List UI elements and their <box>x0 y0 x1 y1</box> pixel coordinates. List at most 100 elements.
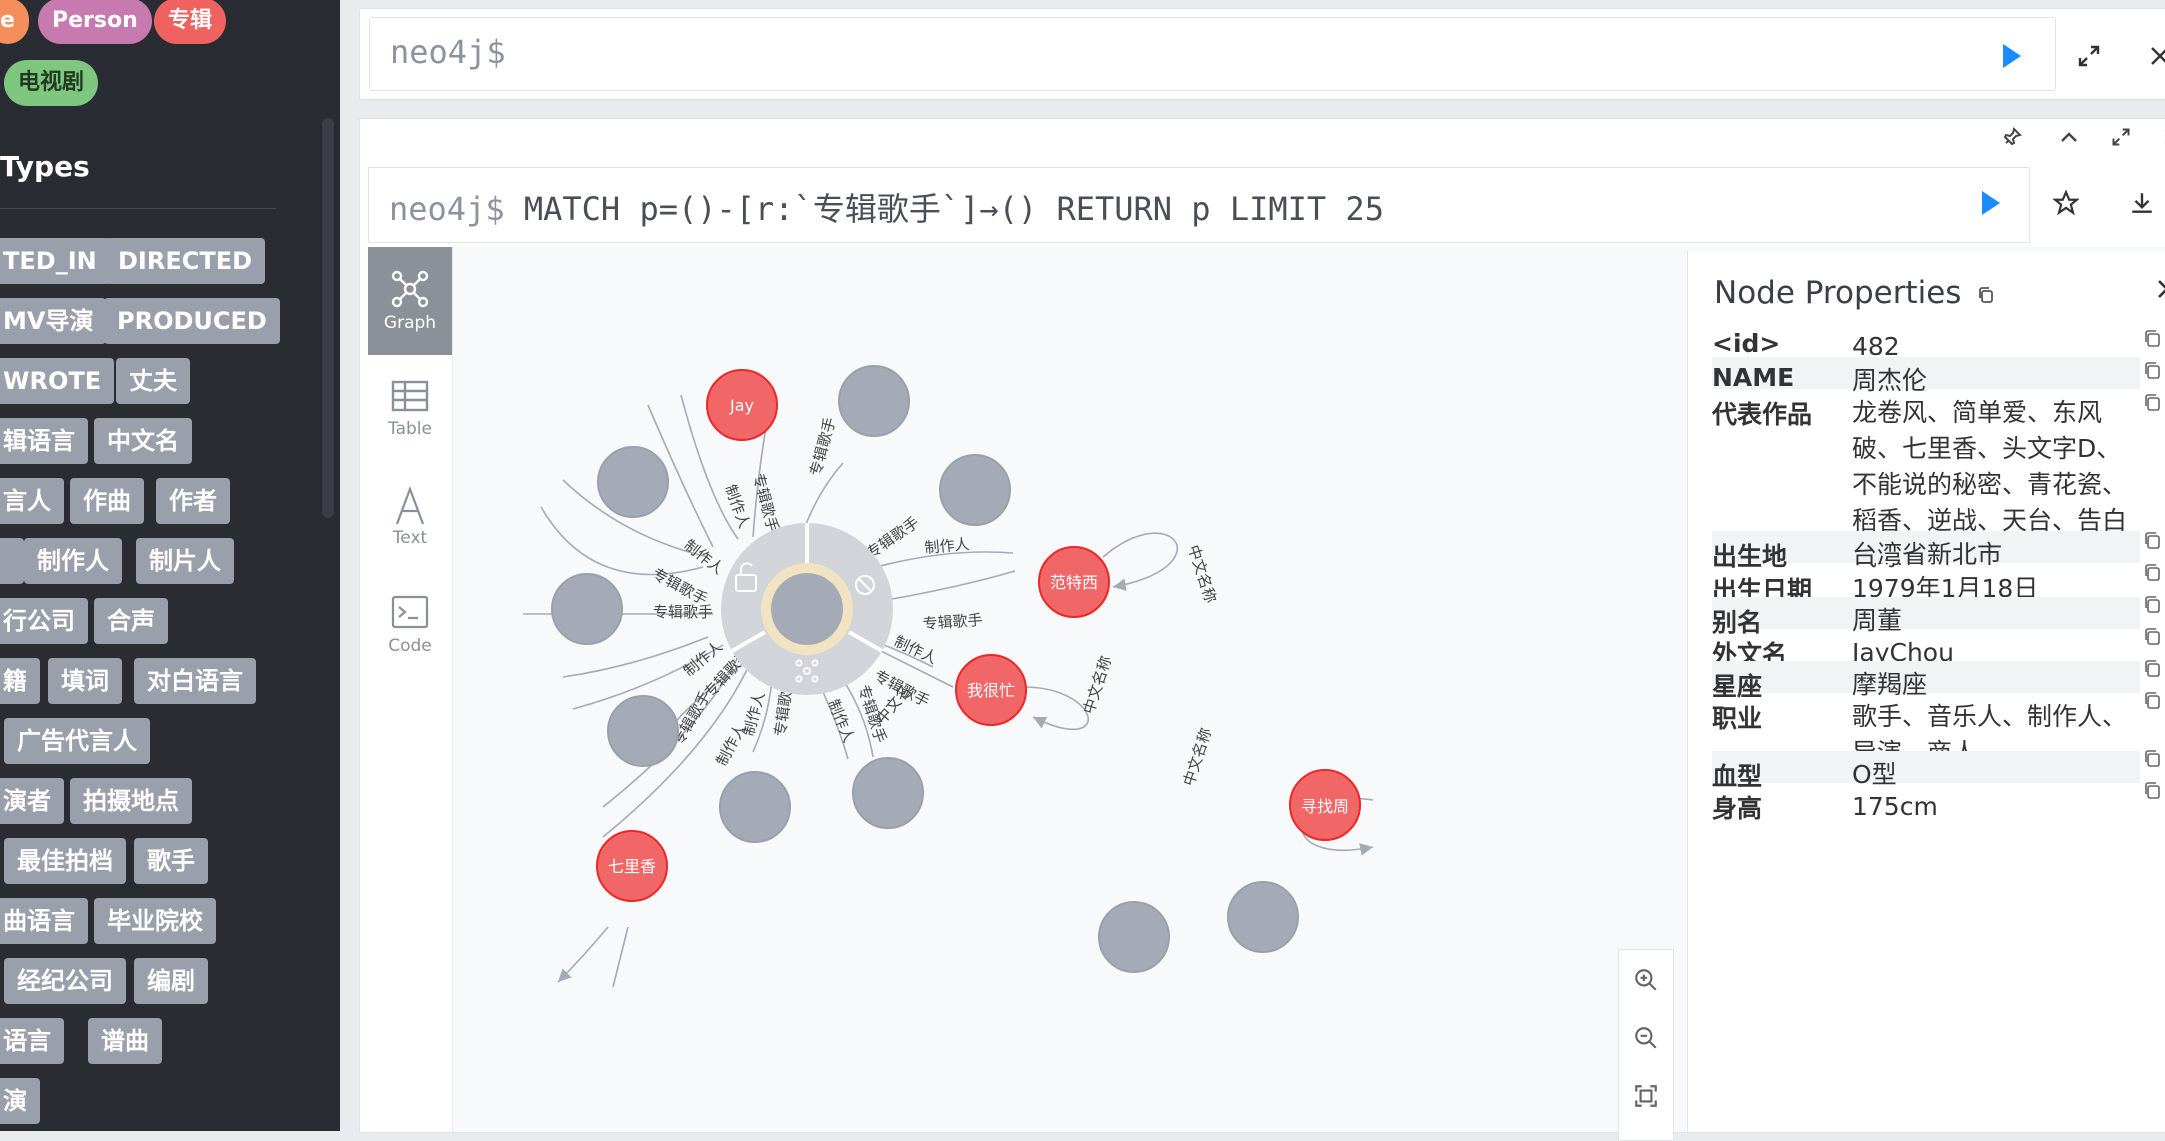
query-editor[interactable]: neo4j$ MATCH p=()-[r:`专辑歌手`]→() RETURN p… <box>368 167 2030 243</box>
rel-type-tag[interactable]: 中文名 <box>94 418 192 464</box>
graph-node[interactable] <box>939 454 1011 526</box>
result-frame: neo4j$ MATCH p=()-[r:`专辑歌手`]→() RETURN p… <box>359 117 2165 1141</box>
code-icon <box>391 595 429 629</box>
frame-fullscreen-button[interactable] <box>2101 117 2141 157</box>
rel-type-tag[interactable]: 辑语言 <box>0 418 88 464</box>
rel-type-tag[interactable]: 制片人 <box>136 538 234 584</box>
rel-type-tag[interactable]: 毕业院校 <box>94 898 216 944</box>
property-row: 别名 周董 <box>1712 597 2140 637</box>
view-text-button[interactable]: Text <box>368 463 452 571</box>
download-button[interactable] <box>2122 183 2162 223</box>
rel-type-tag[interactable]: MV导演 <box>0 298 107 344</box>
rel-type-tag[interactable]: 谱曲 <box>88 1018 162 1064</box>
rel-type-tag[interactable]: 广告代言人 <box>4 718 150 764</box>
rel-type-tag[interactable] <box>0 538 24 584</box>
rel-type-tag[interactable]: 籍 <box>0 658 40 704</box>
pin-icon <box>2003 127 2022 146</box>
property-key: NAME <box>1712 363 1795 392</box>
favorite-button[interactable] <box>2046 183 2086 223</box>
node-label-person[interactable]: Person <box>38 0 152 44</box>
edge[interactable] <box>540 506 704 576</box>
rel-type-tag[interactable]: 作曲 <box>70 478 144 524</box>
graph-node[interactable] <box>607 695 679 767</box>
rel-type-tag[interactable]: 作者 <box>156 478 230 524</box>
node-label-album[interactable]: 专辑 <box>154 0 227 44</box>
edge-label: 中文名称 <box>1180 726 1216 789</box>
edge[interactable] <box>557 926 609 983</box>
collapse-panel-button[interactable] <box>2143 269 2165 309</box>
view-label: Table <box>388 419 432 439</box>
rel-type-tag[interactable]: 演者 <box>0 778 64 824</box>
node-label-tvshow[interactable]: 电视剧 <box>4 60 99 106</box>
view-label: Graph <box>383 313 437 333</box>
edge-label: 专辑歌手 <box>806 415 839 478</box>
view-graph-button[interactable]: Graph <box>368 247 452 355</box>
copy-icon <box>2145 394 2160 411</box>
rel-type-tag[interactable]: 行公司 <box>0 598 88 644</box>
close-icon <box>2151 47 2165 65</box>
close-editor-button[interactable] <box>2140 36 2165 76</box>
rel-type-tag[interactable]: 言人 <box>0 478 64 524</box>
rel-type-tag[interactable]: WROTE <box>0 358 115 404</box>
rel-type-tag[interactable]: 编剧 <box>134 958 208 1004</box>
rel-type-tag[interactable]: 最佳拍档 <box>4 838 126 884</box>
rel-type-tag[interactable]: 丈夫 <box>116 358 190 404</box>
copy-icon <box>2145 692 2160 709</box>
copy-icon <box>1979 286 1994 303</box>
rel-type-tag[interactable]: 对白语言 <box>134 658 256 704</box>
sidebar-scrollbar[interactable] <box>322 118 334 518</box>
node-label: 寻找周 <box>1301 797 1349 816</box>
edge[interactable] <box>612 926 629 988</box>
graph-node[interactable] <box>551 573 623 645</box>
graph-node[interactable] <box>1098 901 1170 973</box>
rerun-button[interactable] <box>1970 183 2010 223</box>
close-frame-button[interactable] <box>2152 117 2165 157</box>
fit-button[interactable] <box>1626 1076 1666 1116</box>
edge-label: 制作人 <box>891 632 939 667</box>
graph-node[interactable] <box>719 771 791 843</box>
graph-node[interactable] <box>852 757 924 829</box>
chevron-right-icon <box>2158 280 2165 298</box>
node-properties-panel: Node Properties <id> 482 NAME 周杰伦 代表作品 龙… <box>1687 251 2165 1132</box>
graph-node[interactable] <box>838 365 910 437</box>
property-value: 175cm <box>1852 792 1938 821</box>
graph-node[interactable] <box>1227 881 1299 953</box>
rel-type-tag[interactable]: 歌手 <box>134 838 208 884</box>
query-text: MATCH p=()-[r:`专辑歌手`]→() RETURN p LIMIT … <box>504 190 1384 228</box>
property-row: 星座 摩羯座 <box>1712 661 2140 701</box>
zoom-out-button[interactable] <box>1626 1018 1666 1058</box>
rel-type-tag[interactable]: 经纪公司 <box>4 958 126 1004</box>
self-loop[interactable] <box>1102 532 1178 591</box>
query-line: neo4j$ MATCH p=()-[r:`专辑歌手`]→() RETURN p… <box>389 184 1384 230</box>
self-loop[interactable] <box>1022 686 1089 730</box>
collapse-button[interactable] <box>2049 117 2089 157</box>
command-input[interactable]: neo4j$ <box>369 17 2056 91</box>
rel-type-tag[interactable]: 合声 <box>94 598 168 644</box>
rel-type-tag[interactable]: 语言 <box>0 1018 64 1064</box>
fullscreen-button[interactable] <box>2069 36 2109 76</box>
node-context-menu[interactable] <box>721 523 893 695</box>
rel-type-tag[interactable]: 拍摄地点 <box>70 778 192 824</box>
copy-icon <box>2145 532 2160 549</box>
rel-type-tag[interactable]: 制作人 <box>24 538 122 584</box>
divider <box>0 208 276 209</box>
run-button[interactable] <box>1991 36 2031 76</box>
view-code-button[interactable]: Code <box>368 571 452 679</box>
rel-type-tag[interactable]: 填词 <box>48 658 122 704</box>
rel-type-tag[interactable]: DIRECTED <box>105 238 266 284</box>
play-icon <box>2003 44 2021 68</box>
rel-type-tag[interactable]: PRODUCED <box>104 298 280 344</box>
graph-node[interactable] <box>597 446 669 518</box>
rel-type-tag[interactable]: TED_IN <box>0 238 110 284</box>
copy-icon <box>2145 330 2160 347</box>
property-row: NAME 周杰伦 <box>1712 357 2140 395</box>
property-row: 出生地 台湾省新北市 <box>1712 531 2140 571</box>
rel-type-tag[interactable]: 演 <box>0 1078 40 1124</box>
edge-label: 制作人 <box>739 690 768 738</box>
pin-button[interactable] <box>1992 117 2032 157</box>
zoom-in-button[interactable] <box>1626 960 1666 1000</box>
view-table-button[interactable]: Table <box>368 355 452 463</box>
node-label-pill[interactable]: e <box>0 0 29 44</box>
rel-type-tag[interactable]: 曲语言 <box>0 898 88 944</box>
property-row: 出生日期 1979年1月18日 <box>1712 565 2140 605</box>
